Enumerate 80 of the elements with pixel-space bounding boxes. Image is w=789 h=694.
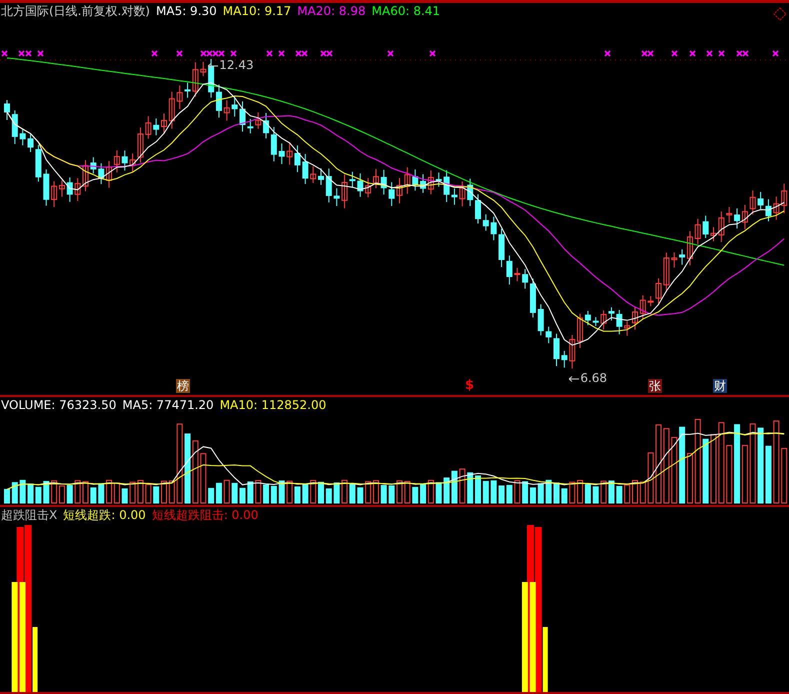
high-price-label: 12.43	[219, 58, 254, 72]
candlestick	[357, 172, 364, 198]
candlestick	[200, 61, 206, 77]
candlestick	[467, 178, 474, 207]
candlestick	[90, 156, 96, 174]
candlestick	[176, 85, 183, 110]
candlestick	[538, 304, 544, 336]
event-badge: 财	[713, 379, 727, 393]
legend-text: 短线超跌阻击: 0.00	[152, 508, 258, 522]
candlestick	[168, 91, 175, 130]
candlestick	[278, 142, 285, 165]
candlestick	[632, 306, 638, 330]
candlestick	[43, 168, 50, 206]
candlestick	[546, 326, 552, 344]
candlestick	[66, 176, 73, 202]
candlestick	[640, 294, 646, 320]
candlestick	[380, 169, 387, 195]
candlestick	[412, 168, 418, 192]
candlestick	[592, 316, 599, 327]
legend-text: MA10: 112852.00	[220, 398, 326, 412]
candlestick	[12, 110, 18, 145]
candlestick	[310, 166, 316, 184]
candlestick	[750, 190, 756, 215]
candlestick	[4, 100, 10, 120]
candlestick	[781, 183, 788, 214]
event-symbol: $	[465, 379, 474, 393]
candlestick	[773, 196, 780, 220]
legend-text: 短线超跌: 0.00	[63, 508, 146, 522]
candlestick	[514, 267, 520, 282]
legend-text: MA5: 9.30	[156, 4, 217, 18]
candlestick	[648, 296, 654, 307]
legend-text: 超跌阻击X	[1, 508, 58, 522]
candlestick	[334, 188, 340, 206]
candlestick	[232, 96, 238, 118]
candlestick	[145, 116, 152, 140]
candlestick	[475, 194, 481, 224]
candlestick	[710, 226, 716, 242]
candlestick	[20, 128, 26, 146]
chart-title: 北方国际(日线.前复权.对数)	[1, 4, 150, 18]
candlestick	[318, 168, 324, 186]
candlestick	[482, 214, 489, 232]
legend-text: MA20: 8.98	[297, 4, 366, 18]
candlestick	[74, 178, 81, 202]
leader-arrow-icon	[208, 63, 218, 70]
diamond-icon	[773, 7, 787, 21]
legend-text: MA10: 9.17	[222, 4, 292, 18]
event-badge: 张	[648, 379, 662, 393]
candlestick	[616, 310, 622, 335]
candlestick	[404, 166, 410, 194]
candlestick	[388, 182, 395, 207]
candlestick	[153, 118, 160, 136]
low-price-label: 6.68	[580, 370, 608, 385]
candlestick	[490, 216, 497, 241]
candlestick	[718, 211, 724, 243]
candlestick	[98, 162, 104, 185]
candlestick	[302, 154, 308, 184]
candlestick	[459, 181, 466, 207]
candlestick	[702, 215, 709, 239]
candlestick	[122, 150, 128, 172]
candlestick	[561, 350, 568, 368]
legend-text: VOLUME: 76323.50	[1, 398, 116, 412]
candlestick	[726, 206, 732, 224]
candlestick	[671, 252, 678, 268]
candlestick	[436, 172, 442, 188]
candlestick	[396, 178, 402, 204]
candlestick	[255, 112, 262, 130]
leader-arrow-icon	[569, 376, 580, 382]
legend-text: MA60: 8.41	[372, 4, 440, 18]
candlestick	[240, 100, 246, 132]
candlestick	[82, 160, 88, 192]
candlestick	[224, 100, 230, 122]
candlestick	[624, 320, 630, 336]
legend-text: MA5: 77471.20	[122, 398, 214, 412]
candlestick	[161, 112, 167, 134]
candlestick	[326, 168, 332, 203]
candlestick	[694, 218, 701, 245]
candlestick	[554, 333, 560, 367]
candlestick	[247, 118, 254, 134]
candlestick	[569, 334, 576, 370]
event-badge: 榜	[176, 379, 190, 393]
